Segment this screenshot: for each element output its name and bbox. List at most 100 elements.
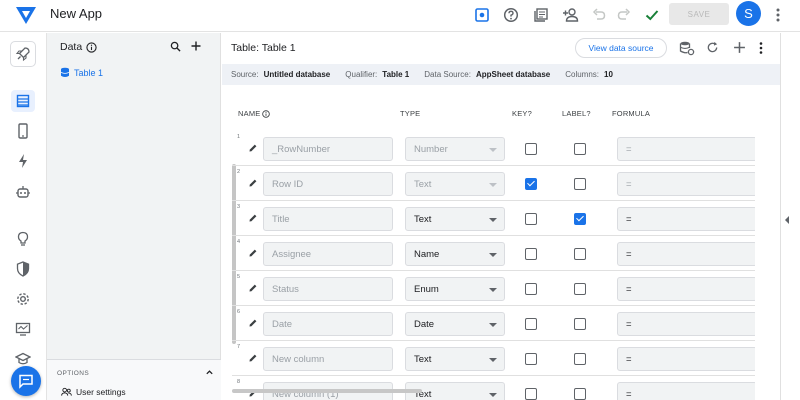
redo-icon[interactable] <box>614 5 634 25</box>
add-column-icon[interactable] <box>733 41 746 54</box>
monitor-icon[interactable] <box>13 319 33 339</box>
table-info-bar: Source: Untitled database Qualifier: Tab… <box>222 64 780 85</box>
view-data-source-button[interactable]: View data source <box>575 38 667 58</box>
edit-pencil-icon[interactable] <box>248 283 258 293</box>
row-number: 8 <box>237 379 241 385</box>
table-more-vert-icon[interactable] <box>758 41 764 55</box>
dropdown-arrow-icon <box>489 218 497 222</box>
edit-pencil-icon[interactable] <box>248 213 258 223</box>
key-checkbox[interactable] <box>525 213 537 225</box>
mobile-icon[interactable] <box>13 121 33 141</box>
right-panel-toggle[interactable] <box>780 33 800 400</box>
chevron-up-icon[interactable] <box>205 368 214 377</box>
data-panel-item-table-1[interactable]: Table 1 <box>60 67 103 78</box>
more-vert-icon[interactable] <box>768 5 788 25</box>
search-icon[interactable] <box>170 41 181 52</box>
label-checkbox[interactable] <box>574 388 586 400</box>
column-type-select[interactable]: Name <box>405 242 505 266</box>
preview-icon[interactable] <box>472 5 492 25</box>
key-checkbox[interactable] <box>525 178 537 190</box>
gear-icon[interactable] <box>13 289 33 309</box>
edit-pencil-icon[interactable] <box>248 248 258 258</box>
database-settings-icon[interactable] <box>679 41 695 56</box>
column-header-name: NAME <box>238 109 271 118</box>
data-icon[interactable] <box>11 90 35 112</box>
save-button[interactable]: SAVE <box>669 3 729 25</box>
help-icon[interactable] <box>501 5 521 25</box>
column-type-select[interactable]: Text <box>405 172 505 196</box>
column-type-value: Text <box>414 178 432 190</box>
key-checkbox[interactable] <box>525 388 537 400</box>
edit-pencil-icon[interactable] <box>248 178 258 188</box>
column-header-label: LABEL? <box>562 109 591 118</box>
formula-field[interactable]: = <box>617 242 755 266</box>
formula-field[interactable]: = <box>617 347 755 371</box>
column-type-select[interactable]: Text <box>405 207 505 231</box>
label-checkbox[interactable] <box>574 318 586 330</box>
info-icon[interactable] <box>262 109 271 118</box>
column-name-field[interactable]: Date <box>263 312 393 336</box>
horizontal-scrollbar[interactable] <box>232 389 422 393</box>
key-checkbox[interactable] <box>525 143 537 155</box>
column-name-field[interactable]: New column <box>263 347 393 371</box>
label-checkbox[interactable] <box>574 248 586 260</box>
label-checkbox[interactable] <box>574 213 586 225</box>
formula-field[interactable]: = <box>617 207 755 231</box>
options-section: OPTIONS User settings <box>47 359 221 400</box>
library-icon[interactable] <box>531 5 551 25</box>
column-type-value: Text <box>414 353 432 365</box>
appsheet-logo-icon[interactable] <box>15 5 37 25</box>
row-number: 4 <box>237 239 241 245</box>
key-checkbox[interactable] <box>525 353 537 365</box>
dropdown-arrow-icon <box>489 148 497 152</box>
edit-pencil-icon[interactable] <box>248 143 258 153</box>
label-checkbox[interactable] <box>574 143 586 155</box>
key-checkbox[interactable] <box>525 283 537 295</box>
options-label: OPTIONS <box>57 370 90 377</box>
app-title: New App <box>50 6 103 21</box>
qualifier-value: Table 1 <box>382 70 410 79</box>
column-name-field[interactable]: Title <box>263 207 393 231</box>
label-checkbox[interactable] <box>574 283 586 295</box>
user-settings-item[interactable]: User settings <box>61 387 126 397</box>
rocket-icon[interactable] <box>10 41 36 67</box>
formula-field[interactable]: = <box>617 312 755 336</box>
table-row: 8 New column (1) Text = <box>232 376 755 400</box>
column-name-field[interactable]: _RowNumber <box>263 137 393 161</box>
add-table-icon[interactable] <box>190 40 202 52</box>
edit-pencil-icon[interactable] <box>248 318 258 328</box>
column-type-select[interactable]: Date <box>405 312 505 336</box>
column-type-select[interactable]: Text <box>405 347 505 371</box>
undo-icon[interactable] <box>589 5 609 25</box>
column-name-field[interactable]: Assignee <box>263 242 393 266</box>
chevron-left-icon[interactable] <box>785 216 789 224</box>
formula-field[interactable]: = <box>617 137 755 161</box>
dropdown-arrow-icon <box>489 183 497 187</box>
bolt-icon[interactable] <box>13 151 33 171</box>
lightbulb-icon[interactable] <box>13 229 33 249</box>
bot-icon[interactable] <box>13 182 33 202</box>
datasource-value: AppSheet database <box>475 70 551 79</box>
avatar[interactable]: S <box>736 1 761 26</box>
column-name-field[interactable]: Row ID <box>263 172 393 196</box>
label-checkbox[interactable] <box>574 353 586 365</box>
add-person-icon[interactable] <box>561 5 581 25</box>
row-number: 7 <box>237 344 241 350</box>
chat-icon[interactable] <box>11 366 41 396</box>
key-checkbox[interactable] <box>525 318 537 330</box>
key-checkbox[interactable] <box>525 248 537 260</box>
info-icon[interactable] <box>86 41 97 53</box>
column-type-select[interactable]: Number <box>405 137 505 161</box>
edit-pencil-icon[interactable] <box>248 353 258 363</box>
column-name-field[interactable]: Status <box>263 277 393 301</box>
data-panel: Data Table 1 OPTIONS User settings <box>47 33 221 400</box>
refresh-icon[interactable] <box>706 41 719 54</box>
formula-field[interactable]: = <box>617 172 755 196</box>
user-settings-label: User settings <box>76 387 126 397</box>
check-icon[interactable] <box>642 5 662 25</box>
formula-field[interactable]: = <box>617 277 755 301</box>
label-checkbox[interactable] <box>574 178 586 190</box>
formula-field[interactable]: = <box>617 382 755 400</box>
column-type-select[interactable]: Enum <box>405 277 505 301</box>
shield-icon[interactable] <box>13 259 33 279</box>
